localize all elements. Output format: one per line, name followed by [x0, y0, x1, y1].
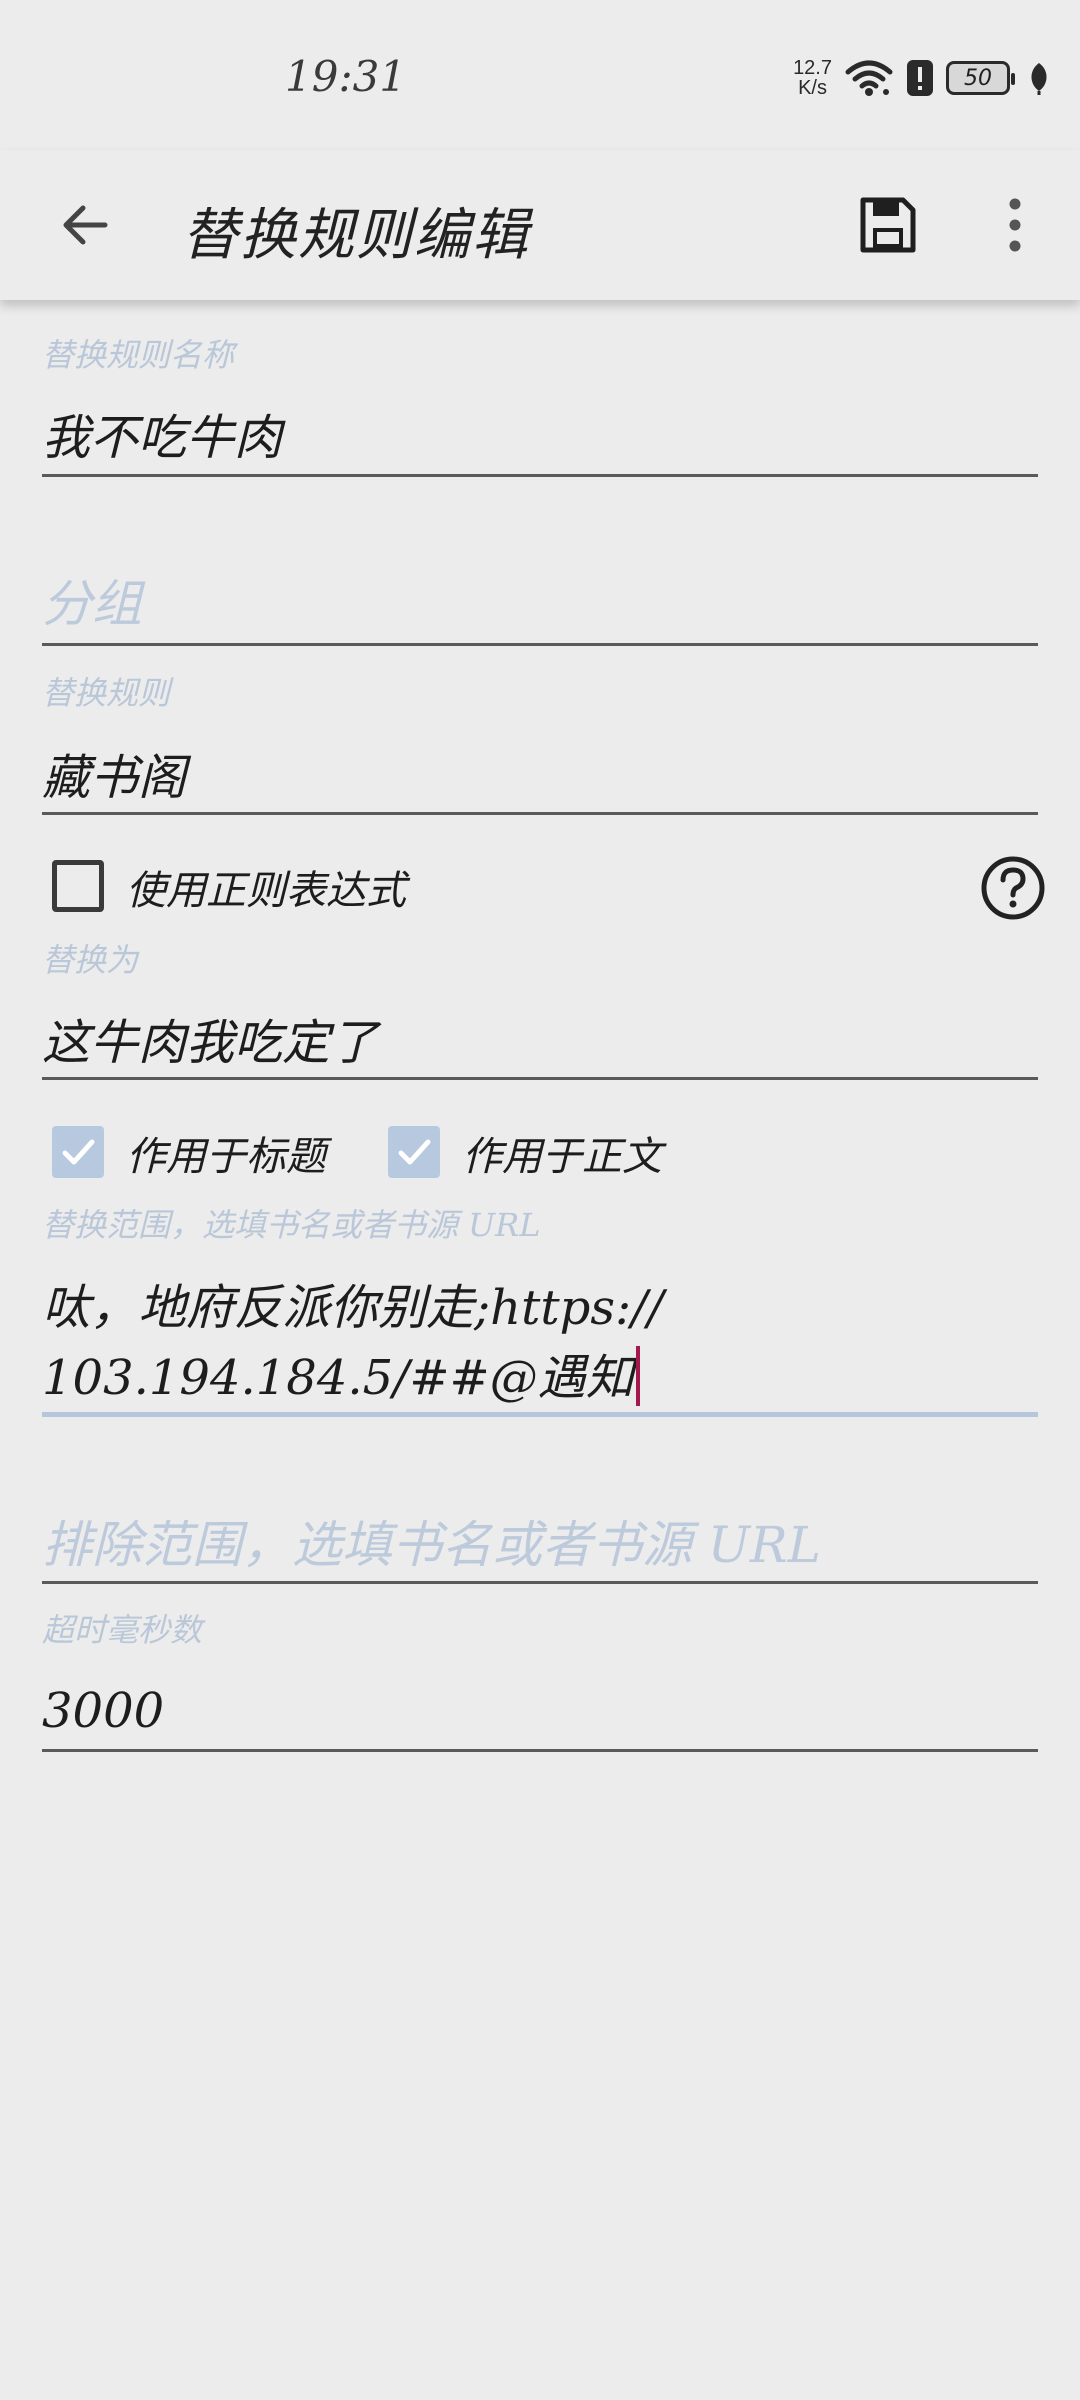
arrow-back-icon [63, 205, 108, 245]
more-vert-icon [1009, 198, 1021, 252]
status-icons: 12.7 K/s 50 [793, 54, 1050, 102]
use-regex-label: 使用正则表达式 [126, 868, 406, 914]
exclude-scope-input[interactable]: 排除范围，选填书名或者书源 URL [42, 1505, 821, 1577]
replacement-label: 替换为 [42, 941, 139, 979]
rule-name-field[interactable]: 替换规则名称 我不吃牛肉 [42, 330, 1038, 480]
wifi-icon [845, 60, 893, 96]
text-caret [635, 1346, 640, 1406]
group-underline [42, 643, 1038, 646]
apply-content-checkbox[interactable] [388, 1126, 440, 1178]
group-input[interactable]: 分组 [42, 564, 142, 636]
replacement-input[interactable]: 这牛肉我吃定了 [42, 1003, 378, 1073]
rule-name-input[interactable]: 我不吃牛肉 [42, 398, 282, 468]
back-button[interactable] [44, 185, 124, 265]
pattern-input[interactable]: 藏书阁 [42, 738, 186, 808]
check-icon [398, 1139, 431, 1165]
apply-content-label: 作用于正文 [462, 1134, 662, 1180]
pattern-field[interactable]: 替换规则 藏书阁 [42, 668, 1038, 818]
pattern-label: 替换规则 [42, 674, 171, 712]
apply-title-checkbox[interactable] [52, 1126, 104, 1178]
more-options-button[interactable] [975, 185, 1055, 265]
timeout-underline [42, 1749, 1038, 1752]
timeout-label: 超时毫秒数 [42, 1611, 203, 1649]
check-icon [62, 1139, 95, 1165]
status-time: 19:31 [285, 52, 407, 101]
scope-input-line-1[interactable]: 呔，地府反派你别走;https:// [42, 1268, 664, 1338]
battery-indicator: 50 [946, 61, 1015, 95]
use-regex-checkbox[interactable] [52, 860, 104, 912]
exclude-scope-field[interactable]: 排除范围，选填书名或者书源 URL [42, 1505, 1038, 1585]
scope-label: 替换范围，选填书名或者书源 URL [42, 1206, 541, 1244]
network-speed-unit: K/s [798, 77, 827, 99]
replace-rule-edit-screen: 19:31 12.7 K/s 50 替换规则编辑 替换规则名称 我不吃牛肉 分组… [0, 0, 1080, 2400]
save-icon [860, 197, 916, 253]
replacement-underline [42, 1077, 1038, 1080]
rule-name-label: 替换规则名称 [42, 336, 235, 374]
network-speed: 12.7 K/s [793, 58, 832, 98]
timeout-field[interactable]: 超时毫秒数 3000 [42, 1605, 1038, 1755]
timeout-input[interactable]: 3000 [42, 1683, 164, 1739]
save-button[interactable] [848, 185, 928, 265]
scope-underline [42, 1412, 1038, 1417]
leaf-icon [1031, 63, 1047, 95]
pattern-underline [42, 812, 1038, 815]
exclude-scope-underline [42, 1581, 1038, 1584]
scope-input-line-2-text: 103.194.184.5/##@遇知 [42, 1350, 634, 1406]
app-bar: 替换规则编辑 [0, 150, 1080, 300]
network-speed-value: 12.7 [793, 57, 832, 79]
replacement-field[interactable]: 替换为 这牛肉我吃定了 [42, 935, 1038, 1085]
scope-field[interactable]: 替换范围，选填书名或者书源 URL 呔，地府反派你别走;https:// 103… [42, 1200, 1038, 1420]
alert-icon [907, 60, 933, 96]
status-bar: 19:31 12.7 K/s 50 [0, 0, 1080, 150]
scope-input-line-2[interactable]: 103.194.184.5/##@遇知 [42, 1338, 640, 1408]
page-title: 替换规则编辑 [182, 203, 530, 268]
help-icon[interactable] [980, 855, 1046, 921]
group-field[interactable]: 分组 [42, 560, 1038, 650]
rule-name-underline [42, 474, 1038, 477]
apply-title-label: 作用于标题 [126, 1134, 326, 1180]
